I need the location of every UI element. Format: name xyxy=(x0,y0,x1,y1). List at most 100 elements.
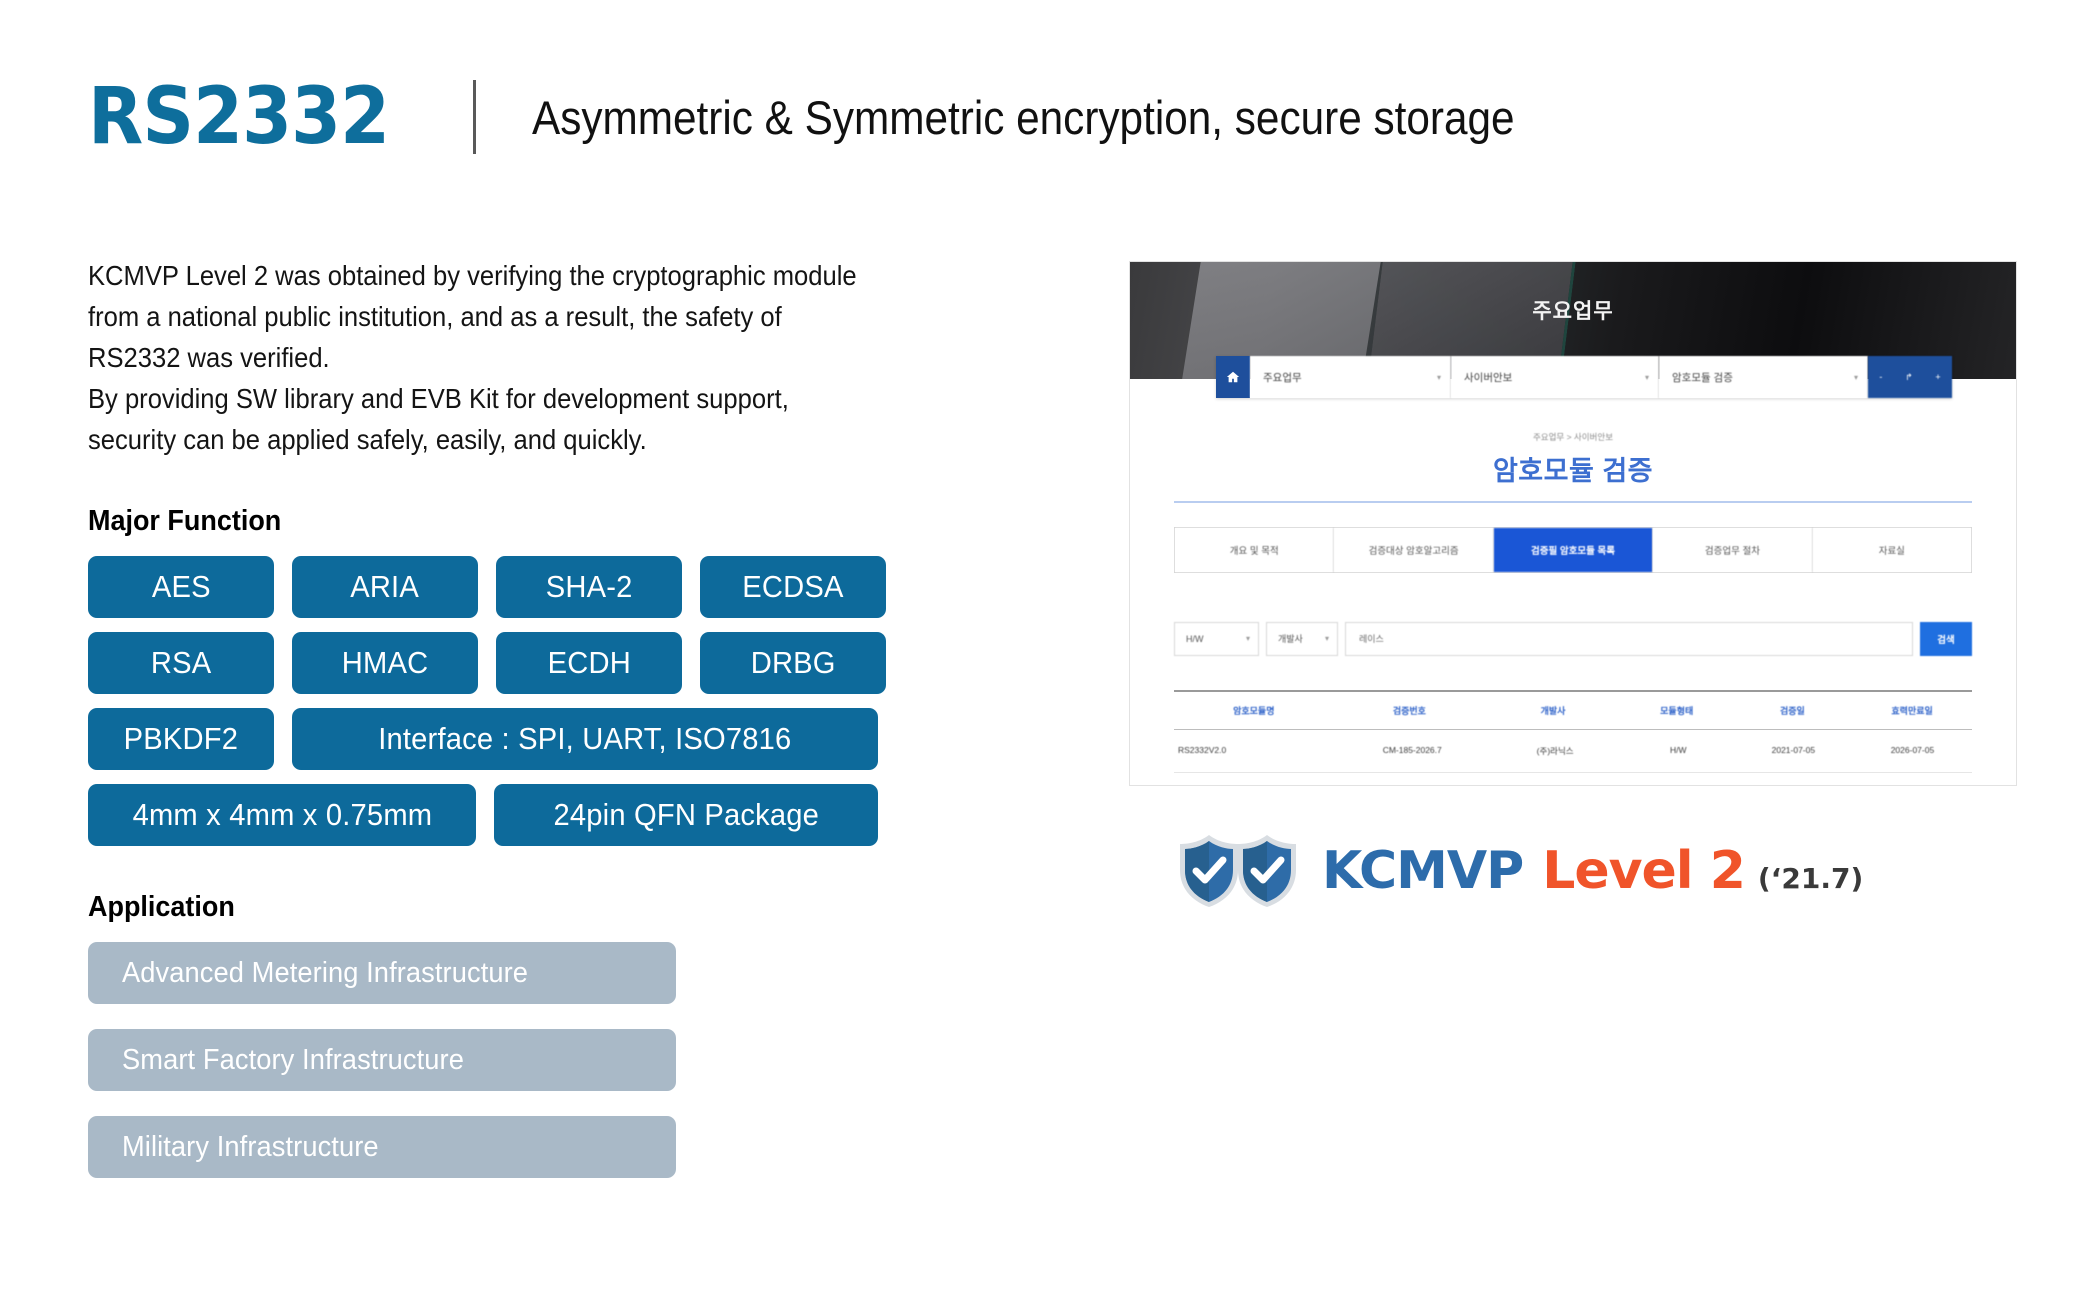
chip-hmac[interactable]: HMAC xyxy=(292,632,478,694)
tab-bar: 개요 및 목적 검증대상 암호알고리즘 검증필 암호모듈 목록 검증업무 절차 … xyxy=(1174,526,1972,573)
kcmvp-badge: KCMVP Level 2 (‘21.7) xyxy=(1176,832,2016,910)
cell-module-name: RS1213-10 xyxy=(1174,773,1337,786)
major-function-title: Major Function xyxy=(88,505,282,537)
chevron-down-icon: ▾ xyxy=(1245,634,1250,643)
list-item[interactable]: Military Infrastructure xyxy=(88,1116,676,1178)
chip-package[interactable]: 24pin QFN Package xyxy=(494,784,878,846)
page-header: RS2332 Asymmetric & Symmetric encryption… xyxy=(88,78,1624,156)
chip-row-2: RSA HMAC ECDH DRBG xyxy=(88,632,1028,694)
list-item[interactable]: Smart Factory Infrastructure xyxy=(88,1029,676,1091)
application-label: Military Infrastructure xyxy=(122,1130,379,1163)
plus-icon[interactable]: + xyxy=(1935,372,1940,382)
application-list: Advanced Metering Infrastructure Smart F… xyxy=(88,942,1028,1178)
application-label: Advanced Metering Infrastructure xyxy=(122,956,529,989)
chip-dimensions[interactable]: 4mm x 4mm x 0.75mm xyxy=(88,784,476,846)
description-line-4: By providing SW library and EVB Kit for … xyxy=(88,383,789,414)
chip-label: SHA-2 xyxy=(545,569,633,604)
description-line-1: KCMVP Level 2 was obtained by verifying … xyxy=(88,260,857,291)
search-field-select[interactable]: 개발사 ▾ xyxy=(1266,621,1338,656)
product-code: RS2332 xyxy=(88,72,390,162)
chevron-down-icon: ▾ xyxy=(1436,372,1441,382)
description-line-3: RS2332 was verified. xyxy=(88,342,330,373)
search-type-label: H/W xyxy=(1186,633,1204,644)
chip-sha2[interactable]: SHA-2 xyxy=(496,556,682,618)
minus-icon[interactable]: - xyxy=(1879,372,1882,382)
search-input[interactable]: 레이스 xyxy=(1345,621,1913,656)
chip-ecdh[interactable]: ECDH xyxy=(496,632,682,694)
share-icon[interactable]: ↱ xyxy=(1905,372,1913,383)
shield-check-icon xyxy=(1180,835,1238,907)
tab-overview[interactable]: 개요 및 목적 xyxy=(1175,527,1335,572)
search-button[interactable]: 검색 xyxy=(1920,621,1972,656)
tab-procedure[interactable]: 검증업무 절차 xyxy=(1653,527,1813,572)
page-title: 암호모듈 검증 xyxy=(1492,456,1654,486)
product-tagline: Asymmetric & Symmetric encryption, secur… xyxy=(532,90,1515,144)
product-description: KCMVP Level 2 was obtained by verifying … xyxy=(88,255,1032,460)
description-line-5: security can be applied safely, easily, … xyxy=(88,424,647,455)
column-header-expiry-date: 효력만료일 xyxy=(1891,705,1933,716)
kcmvp-wordmark: KCMVP Level 2 (‘21.7) xyxy=(1322,841,1863,901)
tab-algorithms[interactable]: 검증대상 암호알고리즘 xyxy=(1334,527,1494,572)
chip-label: ECDH xyxy=(547,645,631,680)
kcmvp-date: (‘21.7) xyxy=(1757,862,1864,895)
chip-label: AES xyxy=(151,569,211,604)
search-input-value: 레이스 xyxy=(1359,634,1384,644)
kcmvp-word: KCMVP xyxy=(1322,841,1524,901)
tab-validated-modules[interactable]: 검증필 암호모듈 목록 xyxy=(1493,527,1654,572)
cell-developer: (주)라닉스 xyxy=(1536,745,1574,756)
search-bar: H/W ▾ 개발사 ▾ 레이스 검색 xyxy=(1174,621,1972,656)
title-divider xyxy=(1174,501,1972,503)
kcmvp-level: Level 2 xyxy=(1542,841,1746,901)
kcmvp-website-screenshot: 주요업무 주요업무 ▾ 사이버안보 ▾ 암호모듈 검증 ▾ - ↱ + 주요업무… xyxy=(1130,262,2016,785)
right-content-column: 주요업무 주요업무 ▾ 사이버안보 ▾ 암호모듈 검증 ▾ - ↱ + 주요업무… xyxy=(1130,262,2016,910)
nav-select-department[interactable]: 주요업무 ▾ xyxy=(1250,356,1451,398)
home-icon[interactable] xyxy=(1216,356,1250,398)
home-glyph xyxy=(1226,371,1240,383)
nav-select-page[interactable]: 암호모듈 검증 ▾ xyxy=(1659,356,1868,398)
chip-aes[interactable]: AES xyxy=(88,556,274,618)
cell-validation-date: 2021-07-05 xyxy=(1771,744,1816,755)
shield-group xyxy=(1176,832,1300,910)
chevron-down-icon: ▾ xyxy=(1324,634,1329,643)
cell-module-type: H/W xyxy=(1623,773,1734,786)
nav-select-label: 사이버안보 xyxy=(1464,371,1513,384)
column-header-developer: 개발사 xyxy=(1540,705,1566,716)
nav-select-label: 주요업무 xyxy=(1263,371,1302,384)
column-header-module-type: 모듈형태 xyxy=(1660,705,1694,716)
list-item[interactable]: Advanced Metering Infrastructure xyxy=(88,942,676,1004)
chip-drbg[interactable]: DRBG xyxy=(700,632,886,694)
search-type-select[interactable]: H/W ▾ xyxy=(1174,621,1259,656)
chip-label: ARIA xyxy=(350,569,420,604)
application-title: Application xyxy=(88,891,235,923)
cell-validation-date: 2021-03-03 xyxy=(1734,773,1853,786)
column-header-module-name: 암호모듈명 xyxy=(1233,705,1275,716)
chip-interface[interactable]: Interface : SPI, UART, ISO7816 xyxy=(292,708,878,770)
chip-label: 24pin QFN Package xyxy=(553,797,819,832)
chip-row-4: 4mm x 4mm x 0.75mm 24pin QFN Package xyxy=(88,784,1028,846)
header-divider xyxy=(473,80,477,154)
cell-module-type: H/W xyxy=(1669,744,1687,755)
column-header-validation-date: 검증일 xyxy=(1780,705,1805,716)
left-content-column: KCMVP Level 2 was obtained by verifying … xyxy=(88,255,1028,1178)
cell-cert-number: CM-185-2026.7 xyxy=(1382,744,1442,755)
application-label: Smart Factory Infrastructure xyxy=(122,1043,464,1076)
nav-action-group: - ↱ + xyxy=(1868,356,1952,398)
cell-expiry-date: 2026-07-05 xyxy=(1890,744,1935,755)
search-field-label: 개발사 xyxy=(1278,634,1303,644)
nav-select-label: 암호모듈 검증 xyxy=(1672,371,1733,384)
chip-rsa[interactable]: RSA xyxy=(88,632,274,694)
table-row[interactable]: RS2332V2.0 CM-185-2026.7 (주)라닉스 H/W 2021… xyxy=(1174,730,1972,773)
nav-select-category[interactable]: 사이버안보 ▾ xyxy=(1451,356,1659,398)
chip-label: HMAC xyxy=(341,645,429,680)
chip-label: Interface : SPI, UART, ISO7816 xyxy=(378,721,792,756)
chip-aria[interactable]: ARIA xyxy=(292,556,478,618)
chip-label: DRBG xyxy=(750,645,836,680)
chip-ecdsa[interactable]: ECDSA xyxy=(700,556,886,618)
table-header-row: 암호모듈명 검증번호 개발사 모듈형태 검증일 효력만료일 xyxy=(1174,692,1972,730)
description-line-2: from a national public institution, and … xyxy=(88,301,782,332)
tab-resources[interactable]: 자료실 xyxy=(1812,527,1972,572)
column-header-cert-number: 검증번호 xyxy=(1392,705,1426,716)
chip-pbkdf2[interactable]: PBKDF2 xyxy=(88,708,274,770)
table-row[interactable]: RS1213-10 CM-181-2026.3 (주)라닉스 H/W 2021-… xyxy=(1174,773,1972,786)
chip-label: PBKDF2 xyxy=(123,721,239,756)
